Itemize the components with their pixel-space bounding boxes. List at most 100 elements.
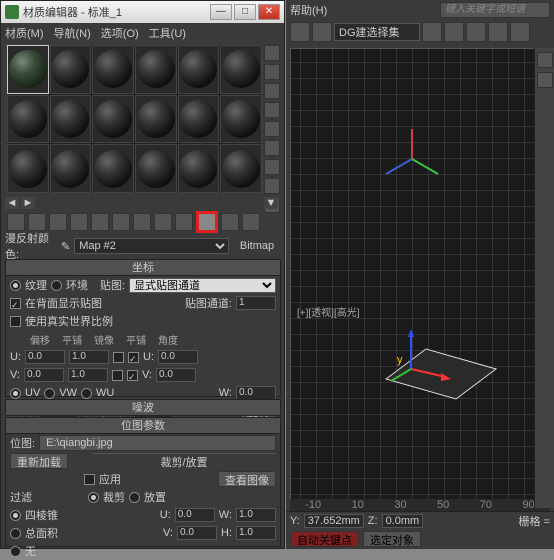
wu-radio[interactable] — [81, 388, 92, 399]
material-slot[interactable] — [220, 95, 262, 144]
realworld-check[interactable] — [10, 316, 21, 327]
material-slot[interactable] — [178, 95, 220, 144]
put-to-scene-button[interactable] — [28, 213, 46, 231]
place-radio[interactable] — [129, 492, 140, 503]
video-check-button[interactable] — [264, 121, 280, 137]
crop-u-spinner[interactable]: 0.0 — [175, 508, 215, 522]
eyedropper-icon[interactable]: ✎ — [61, 240, 70, 253]
crop-w-spinner[interactable]: 1.0 — [236, 508, 276, 522]
material-slot[interactable] — [7, 144, 49, 193]
get-material-button[interactable] — [7, 213, 25, 231]
make-unique-button[interactable] — [112, 213, 130, 231]
show-end-result-button[interactable] — [196, 211, 218, 233]
environ-radio[interactable] — [51, 280, 62, 291]
menu-options[interactable]: 选项(O) — [101, 25, 139, 41]
mirror-button[interactable] — [422, 22, 442, 42]
v-tile-check[interactable] — [127, 370, 138, 381]
u-tile-check[interactable] — [128, 352, 139, 363]
move-gizmo[interactable]: y — [391, 329, 451, 389]
autokey-button[interactable]: 自动关键点 — [290, 531, 359, 547]
coord-z-field[interactable]: 0.0mm — [382, 514, 424, 528]
reset-button[interactable] — [70, 213, 88, 231]
menu-tools[interactable]: 工具(U) — [149, 25, 186, 41]
close-button[interactable]: ✕ — [258, 4, 280, 20]
uv-tile-button[interactable] — [264, 102, 280, 118]
material-slot[interactable] — [178, 144, 220, 193]
rollout-header[interactable]: 位图参数 — [6, 418, 280, 434]
rollout-header[interactable]: 噪波 — [6, 400, 280, 416]
perspective-viewport[interactable]: [+][透视][高光] y — [290, 48, 550, 508]
material-slot[interactable] — [135, 95, 177, 144]
nav-next-icon[interactable]: ► — [21, 197, 35, 209]
crop-radio[interactable] — [88, 492, 99, 503]
viewport-label[interactable]: [+][透视][高光] — [297, 304, 360, 319]
nav-root-icon[interactable]: ▼ — [264, 197, 278, 209]
v-tile-spinner[interactable]: 1.0 — [68, 368, 108, 382]
align-button[interactable] — [444, 22, 464, 42]
apply-check[interactable] — [84, 474, 95, 485]
matid-button[interactable] — [154, 213, 172, 231]
none-radio[interactable] — [10, 546, 21, 557]
coord-y-field[interactable]: 37.652mm — [304, 514, 364, 528]
vw-radio[interactable] — [44, 388, 55, 399]
mapping-select[interactable]: 显式贴图通道 — [129, 278, 276, 293]
titlebar[interactable]: 材质编辑器 - 标准_1 — □ ✕ — [1, 1, 284, 23]
go-parent-button[interactable] — [221, 213, 239, 231]
material-slot[interactable] — [50, 95, 92, 144]
assign-button[interactable] — [49, 213, 67, 231]
material-slot[interactable] — [178, 45, 220, 94]
schematic-button[interactable] — [510, 22, 530, 42]
maximize-button[interactable]: □ — [234, 4, 256, 20]
v-angle-spinner[interactable]: 0.0 — [156, 368, 196, 382]
bitmap-path-button[interactable]: E:\qiangbi.jpg — [39, 435, 276, 451]
w-angle-spinner[interactable]: 0.0 — [236, 386, 276, 400]
put-to-lib-button[interactable] — [133, 213, 151, 231]
material-slot[interactable] — [92, 144, 134, 193]
sample-type-button[interactable] — [264, 45, 280, 61]
material-slot[interactable] — [92, 95, 134, 144]
redo-button[interactable] — [312, 22, 332, 42]
material-slot[interactable] — [92, 45, 134, 94]
menu-navigate[interactable]: 导航(N) — [54, 25, 91, 41]
crop-h-spinner[interactable]: 1.0 — [236, 526, 276, 540]
show-back-check[interactable] — [10, 298, 21, 309]
material-slot[interactable] — [50, 45, 92, 94]
layers-button[interactable] — [466, 22, 486, 42]
backlight-button[interactable] — [264, 64, 280, 80]
crop-v-spinner[interactable]: 0.0 — [177, 526, 217, 540]
material-slot[interactable] — [220, 45, 262, 94]
material-slot[interactable] — [7, 45, 49, 94]
texture-radio[interactable] — [10, 280, 21, 291]
menu-help[interactable]: 帮助(H) — [290, 2, 327, 18]
nav-prev-icon[interactable]: ◄ — [5, 197, 19, 209]
reload-button[interactable]: 重新加载 — [10, 453, 68, 469]
pyramidal-radio[interactable] — [10, 510, 21, 521]
create-tab[interactable] — [537, 52, 553, 68]
material-slot[interactable] — [7, 95, 49, 144]
show-in-vp-button[interactable] — [175, 213, 193, 231]
u-angle-spinner[interactable]: 0.0 — [158, 350, 198, 364]
material-type-button[interactable]: Bitmap — [233, 240, 281, 252]
menu-materials[interactable]: 材质(M) — [5, 25, 44, 41]
search-input[interactable]: 键入关键字或短语 — [440, 2, 550, 18]
make-copy-button[interactable] — [91, 213, 109, 231]
modify-tab[interactable] — [537, 72, 553, 88]
timeline-ruler[interactable]: -10 10 30 50 70 90 — [290, 499, 550, 511]
minimize-button[interactable]: — — [210, 4, 232, 20]
background-button[interactable] — [264, 83, 280, 99]
material-slot[interactable] — [220, 144, 262, 193]
v-offset-spinner[interactable]: 0.0 — [24, 368, 64, 382]
material-name-field[interactable]: Map #2 — [74, 238, 229, 254]
view-image-button[interactable]: 查看图像 — [218, 471, 276, 487]
material-slot[interactable] — [50, 144, 92, 193]
mapchan-spinner[interactable]: 1 — [236, 296, 276, 310]
material-slot[interactable] — [135, 45, 177, 94]
summed-radio[interactable] — [10, 528, 21, 539]
u-offset-spinner[interactable]: 0.0 — [25, 350, 65, 364]
options-button[interactable] — [264, 159, 280, 175]
preview-button[interactable] — [264, 140, 280, 156]
selection-set-select[interactable]: DG建选择集 — [334, 23, 420, 41]
u-tile-spinner[interactable]: 1.0 — [69, 350, 109, 364]
go-forward-button[interactable] — [242, 213, 260, 231]
v-mirror-check[interactable] — [112, 370, 123, 381]
